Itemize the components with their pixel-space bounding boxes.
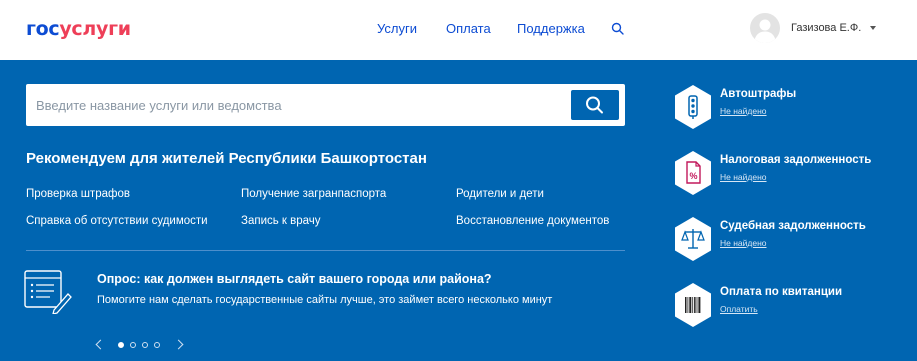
logo-part-uslugi: услуги: [59, 18, 131, 40]
carousel-dot-2[interactable]: [130, 342, 136, 348]
gosuslugi-logo[interactable]: госуслуги: [26, 17, 131, 41]
survey-title[interactable]: Опрос: как должен выглядеть сайт вашего …: [97, 272, 492, 287]
sidebar-item-fines-status[interactable]: Не найдено: [720, 106, 767, 117]
chevron-down-icon[interactable]: [870, 26, 876, 30]
barcode-icon: [673, 282, 713, 328]
sidebar-item-fines-title: Автоштрафы: [720, 88, 797, 100]
recommend-link-fines[interactable]: Проверка штрафов: [26, 187, 130, 201]
search-button[interactable]: [571, 90, 619, 120]
nav-payment[interactable]: Оплата: [446, 21, 491, 37]
carousel-dot-4[interactable]: [154, 342, 160, 348]
divider: [26, 250, 625, 251]
sidebar-item-court-title: Судебная задолженность: [720, 220, 866, 232]
sidebar-item-tax-status[interactable]: Не найдено: [720, 172, 767, 183]
carousel-dot-1[interactable]: [118, 342, 124, 348]
scales-icon: [673, 216, 713, 262]
sidebar-item-court[interactable]: Судебная задолженность Не найдено: [673, 216, 913, 262]
recommend-link-doctor[interactable]: Запись к врачу: [241, 214, 321, 228]
tax-document-icon: %: [673, 150, 713, 196]
sidebar-item-receipt-pay-link[interactable]: Оплатить: [720, 304, 758, 315]
sidebar-item-court-status[interactable]: Не найдено: [720, 238, 767, 249]
survey-form-icon: [24, 270, 72, 315]
sidebar-item-fines[interactable]: Автоштрафы Не найдено: [673, 84, 913, 130]
chevron-right-icon[interactable]: [173, 339, 184, 350]
recommend-link-criminal-record[interactable]: Справка об отсутствии судимости: [26, 214, 208, 228]
avatar[interactable]: [750, 13, 780, 43]
search-icon: [586, 96, 603, 114]
recommend-link-passport[interactable]: Получение загранпаспорта: [241, 187, 386, 201]
service-search-input[interactable]: [26, 84, 566, 126]
svg-text:%: %: [689, 171, 697, 181]
recommend-link-parents[interactable]: Родители и дети: [456, 187, 544, 201]
sidebar-item-tax[interactable]: % Налоговая задолженность Не найдено: [673, 150, 913, 196]
carousel-dot-3[interactable]: [142, 342, 148, 348]
sidebar-item-tax-title: Налоговая задолженность: [720, 154, 872, 166]
chevron-left-icon[interactable]: [95, 339, 106, 350]
search-icon[interactable]: [611, 22, 625, 36]
recommend-title: Рекомендуем для жителей Республики Башко…: [26, 150, 427, 167]
recommend-link-documents[interactable]: Восстановление документов: [456, 214, 609, 228]
traffic-light-icon: [673, 84, 713, 130]
header: госуслуги Услуги Оплата Поддержка Газизо…: [0, 0, 917, 60]
sidebar-item-receipt[interactable]: Оплата по квитанции Оплатить: [673, 282, 913, 328]
nav-support[interactable]: Поддержка: [517, 21, 585, 37]
survey-text: Помогите нам сделать государственные сай…: [97, 294, 553, 306]
service-search-box: [26, 84, 625, 126]
user-name[interactable]: Газизова Е.Ф.: [791, 21, 861, 35]
logo-part-gos: гос: [26, 18, 60, 40]
sidebar-item-receipt-title: Оплата по квитанции: [720, 286, 843, 298]
nav-services[interactable]: Услуги: [377, 21, 417, 37]
